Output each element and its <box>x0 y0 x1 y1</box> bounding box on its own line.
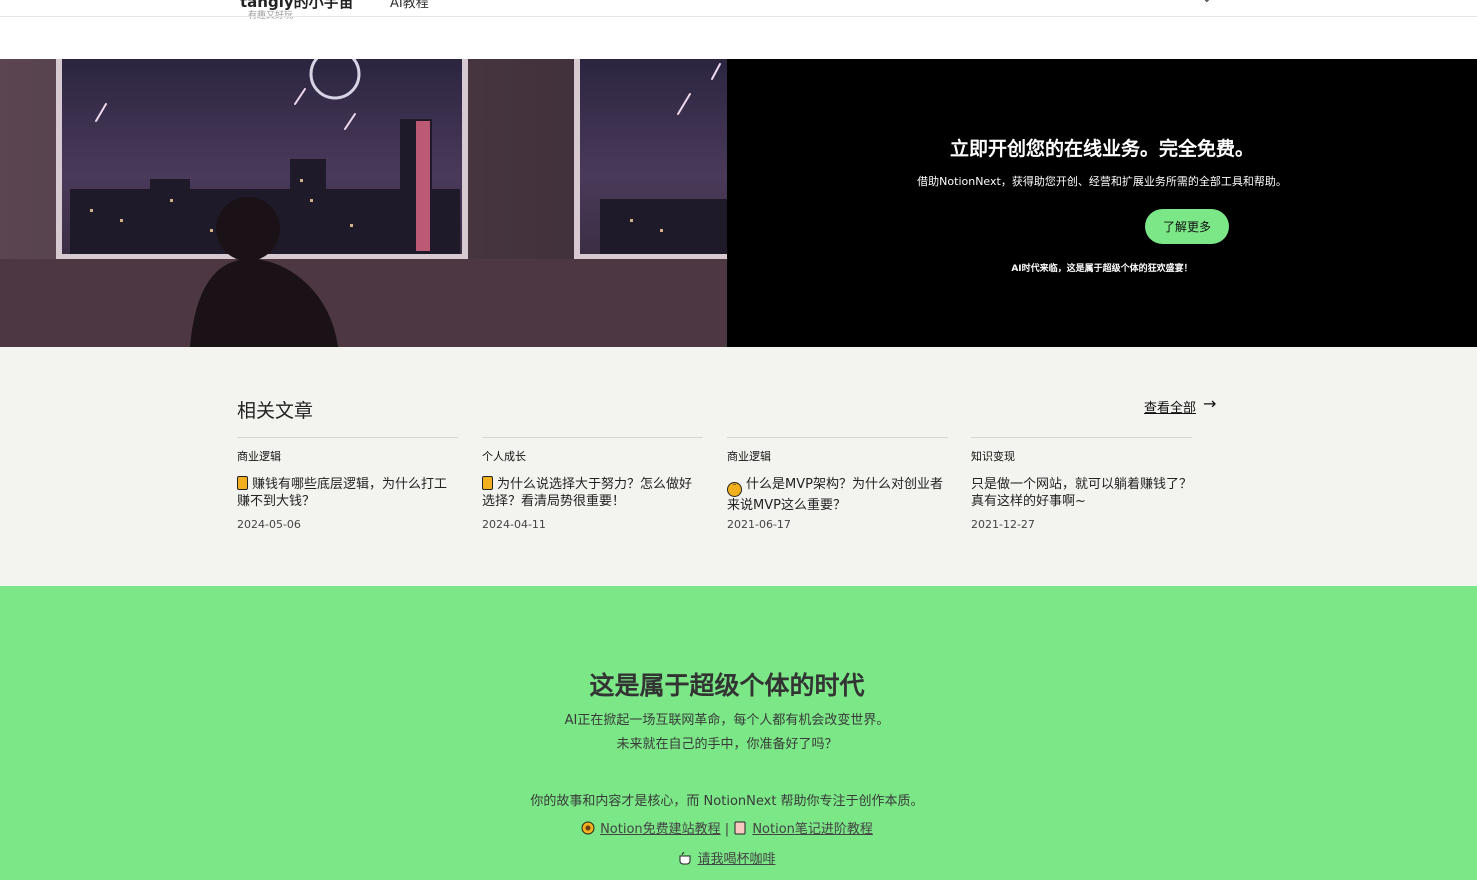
related-articles-section: 相关文章 查看全部 → 商业逻辑 赚钱有哪些底层逻辑，为什么打工赚不到大钱？ 2… <box>0 347 1477 586</box>
coffee-row: 请我喝杯咖啡 <box>0 848 1454 867</box>
article-title[interactable]: 只是做一个网站，就可以躺着赚钱了？真有这样的好事啊~ <box>971 476 1192 510</box>
band-line-2: 未来就在自己的手中，你准备好了吗？ <box>616 737 838 752</box>
sunflower-icon <box>581 821 595 835</box>
article-date: 2024-04-11 <box>482 518 546 531</box>
article-card[interactable]: 知识变现 只是做一个网站，就可以躺着赚钱了？真有这样的好事啊~ 2021-12-… <box>971 437 1192 531</box>
article-date: 2021-12-27 <box>971 518 1035 531</box>
hero-copy: 立即开创您的在线业务。完全免费。 借助NotionNext，获得助您开创、经营和… <box>727 59 1477 347</box>
arrow-right-icon[interactable]: → <box>1203 394 1216 413</box>
hero-note: AI时代来临，这是属于超级个体的狂欢盛宴！ <box>1011 264 1193 274</box>
article-category[interactable]: 个人成长 <box>482 448 703 466</box>
learn-more-button[interactable]: 了解更多 <box>1145 209 1229 244</box>
chevron-down-icon[interactable]: ⌄ <box>1201 0 1213 6</box>
band-line-3: 你的故事和内容才是核心，而 NotionNext 帮助你专注于创作本质。 <box>530 794 924 809</box>
band-title: 这是属于超级个体的时代 <box>589 671 865 700</box>
site-subtitle: 有趣又好玩 <box>248 11 294 21</box>
cta-band: 这是属于超级个体的时代 AI正在掀起一场互联网革命，每个人都有机会改变世界。 未… <box>0 586 1477 880</box>
article-category[interactable]: 商业逻辑 <box>237 448 458 466</box>
buy-coffee-link[interactable]: 请我喝杯咖啡 <box>697 852 775 867</box>
article-title[interactable]: ˘ 什么是MVP架构？为什么对创业者来说MVP这么重要？ <box>727 476 948 513</box>
article-card[interactable]: 商业逻辑 ˘ 什么是MVP架构？为什么对创业者来说MVP这么重要？ 2021-06… <box>727 437 948 531</box>
header-divider <box>0 16 1477 17</box>
nav-item-ai[interactable]: AI教程 <box>390 0 429 11</box>
hero-image <box>0 59 727 347</box>
link-separator: | <box>724 822 730 837</box>
related-title: 相关文章 <box>237 400 314 422</box>
article-card[interactable]: 个人成长 为什么说选择大于努力？怎么做好选择？看清局势很重要！ 2024-04-… <box>482 437 703 531</box>
band-links: Notion免费建站教程 | Notion笔记进阶教程 <box>0 818 1454 837</box>
article-date: 2021-06-17 <box>727 518 791 531</box>
hero-title: 立即开创您的在线业务。完全免费。 <box>949 138 1254 160</box>
article-category[interactable]: 商业逻辑 <box>727 448 948 466</box>
coffee-icon <box>678 851 692 865</box>
article-date: 2024-05-06 <box>237 518 301 531</box>
view-all-link[interactable]: 查看全部 <box>1144 397 1196 416</box>
notebook-icon <box>733 821 747 835</box>
article-category[interactable]: 知识变现 <box>971 448 1192 466</box>
article-title[interactable]: 赚钱有哪些底层逻辑，为什么打工赚不到大钱？ <box>237 476 458 510</box>
article-title[interactable]: 为什么说选择大于努力？怎么做好选择？看清局势很重要！ <box>482 476 703 510</box>
folder-icon <box>482 476 493 490</box>
thinking-face-icon: ˘ <box>727 482 742 497</box>
notion-site-tutorial-link[interactable]: Notion免费建站教程 <box>600 822 721 837</box>
notion-notes-tutorial-link[interactable]: Notion笔记进阶教程 <box>752 822 873 837</box>
article-card[interactable]: 商业逻辑 赚钱有哪些底层逻辑，为什么打工赚不到大钱？ 2024-05-06 <box>237 437 458 531</box>
site-header: tangly的小宇宙 有趣又好玩 AI教程 ⌄ <box>0 0 1477 59</box>
band-line-1: AI正在掀起一场互联网革命，每个人都有机会改变世界。 <box>564 713 890 728</box>
hero-description: 借助NotionNext，获得助您开创、经营和扩展业务所需的全部工具和帮助。 <box>917 175 1287 188</box>
hero-section: 立即开创您的在线业务。完全免费。 借助NotionNext，获得助您开创、经营和… <box>0 59 1477 347</box>
folder-icon <box>237 476 248 490</box>
